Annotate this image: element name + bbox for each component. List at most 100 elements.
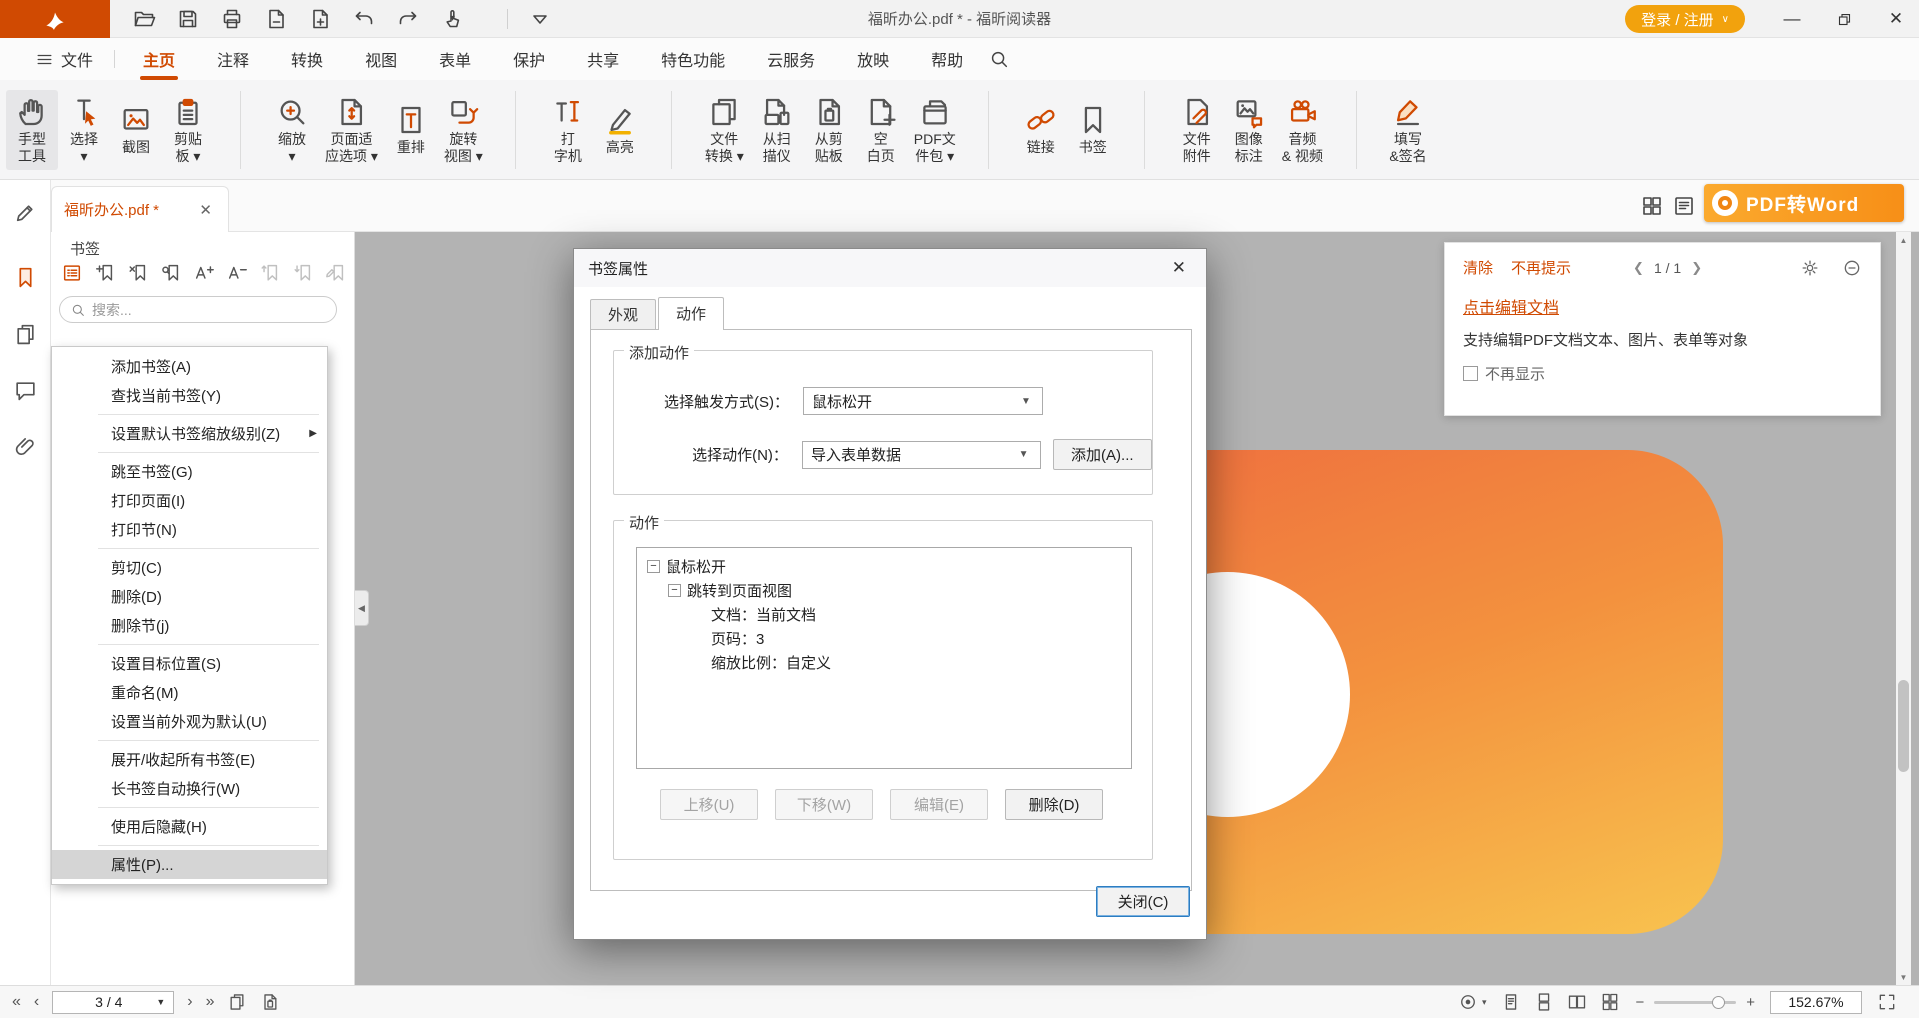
action-button[interactable]: 编辑(E) — [890, 789, 988, 820]
single-page-icon[interactable] — [1501, 992, 1521, 1012]
panel-collapse-handle[interactable]: ◀ — [355, 590, 369, 626]
action-tree-node[interactable]: − 跳转到页面视图 — [641, 578, 1127, 602]
clip-doc-icon[interactable] — [260, 992, 280, 1012]
paperclip-icon[interactable] — [13, 434, 38, 459]
menu-item[interactable]: 放映 — [836, 38, 910, 80]
last-page-button[interactable]: » — [206, 994, 215, 1010]
ribbon-tool[interactable]: 重排 — [385, 98, 437, 161]
quick-access-button[interactable]: ▾ — [440, 7, 464, 31]
restore-button[interactable] — [1829, 4, 1859, 34]
ribbon-tool[interactable]: PDF文 件包 ▾ — [907, 90, 963, 170]
ribbon-tool[interactable] — [1330, 86, 1382, 174]
zoom-in-button[interactable]: + — [1746, 994, 1755, 1011]
collapse-panel-icon[interactable] — [1842, 258, 1862, 278]
ribbon-tool[interactable]: 书签 — [1067, 98, 1119, 161]
clear-link[interactable]: 清除 — [1463, 257, 1493, 278]
ribbon-tool[interactable] — [490, 86, 542, 174]
menu-item[interactable]: 云服务 — [746, 38, 836, 80]
dialog-title-bar[interactable]: 书签属性 ✕ — [574, 249, 1206, 287]
quick-access-button[interactable]: ▾ — [176, 7, 200, 31]
scroll-down-icon[interactable]: ▼ — [1896, 969, 1911, 985]
ribbon-tool[interactable]: 页面适 应选项 ▾ — [318, 90, 385, 170]
context-menu-item[interactable]: 展开/收起所有书签(E) — [52, 745, 327, 774]
context-menu-item[interactable]: 删除节(j) — [52, 611, 327, 640]
bookmark-search-input[interactable] — [92, 302, 326, 318]
flag-x-icon[interactable] — [127, 262, 149, 284]
view-mode-dropdown[interactable]: ▾ — [1458, 992, 1487, 1012]
ribbon-tool[interactable]: 图像 标注 — [1223, 90, 1275, 170]
quick-access-button[interactable]: ▾ — [484, 7, 508, 31]
context-menu-item[interactable]: 设置当前外观为默认(U) — [52, 707, 327, 736]
no-prompt-link[interactable]: 不再提示 — [1511, 257, 1571, 278]
menu-item[interactable]: 主页 — [122, 38, 196, 80]
vertical-scrollbar[interactable]: ▲ ▼ — [1896, 232, 1911, 985]
pager-next-icon[interactable]: ❯ — [1691, 260, 1702, 276]
menu-item[interactable] — [114, 38, 122, 80]
dialog-tab[interactable]: 外观 — [590, 299, 656, 329]
prev-page-button[interactable]: ‹ — [34, 994, 39, 1010]
action-tree-node[interactable]: 文档：当前文档 — [641, 602, 1127, 626]
pages-icon[interactable] — [227, 992, 247, 1012]
pager-prev-icon[interactable]: ❮ — [1633, 260, 1644, 276]
quick-access-button[interactable]: ▾ — [396, 7, 420, 31]
context-menu-item[interactable]: 长书签自动换行(W) — [52, 774, 327, 803]
tree-collapse-icon[interactable]: − — [668, 584, 681, 597]
flag-edit-icon[interactable] — [325, 262, 347, 284]
list-icon[interactable] — [61, 262, 83, 284]
ribbon-tool[interactable]: 从扫 描仪 — [751, 90, 803, 170]
menu-item[interactable]: 文件 — [14, 38, 114, 80]
bookmark-search-box[interactable] — [59, 296, 337, 323]
quick-access-button[interactable]: ▾ — [264, 7, 288, 31]
close-button[interactable]: ✕ — [1881, 4, 1911, 34]
ribbon-tool[interactable]: 填写 &签名 — [1382, 90, 1434, 170]
trigger-select[interactable]: 鼠标松开 ▼ — [803, 387, 1043, 415]
context-menu-item[interactable]: 使用后隐藏(H) — [52, 812, 327, 841]
ribbon-tool[interactable] — [963, 86, 1015, 174]
zoom-slider-track[interactable] — [1654, 1001, 1736, 1004]
quick-access-button[interactable]: ▾ — [308, 7, 332, 31]
ribbon-tool[interactable]: 文件 转换 ▾ — [698, 90, 751, 170]
fullscreen-icon[interactable] — [1877, 992, 1897, 1012]
zoom-slider-thumb[interactable] — [1712, 996, 1725, 1009]
flag-plus-icon[interactable] — [94, 262, 116, 284]
context-menu-item[interactable]: 添加书签(A) — [52, 352, 327, 381]
ribbon-tool[interactable]: 空 白页 — [855, 90, 907, 170]
facing-icon[interactable] — [1567, 992, 1587, 1012]
flag-down-icon[interactable] — [292, 262, 314, 284]
action-button[interactable]: 下移(W) — [775, 789, 873, 820]
quick-access-button[interactable]: ▾ — [352, 7, 376, 31]
minimize-button[interactable]: — — [1777, 4, 1807, 34]
ribbon-tool[interactable]: 高亮 — [594, 98, 646, 161]
add-action-button[interactable]: 添加(A)... — [1053, 439, 1152, 470]
context-menu-item[interactable]: 重命名(M) — [52, 678, 327, 707]
context-menu-item[interactable]: 查找当前书签(Y) — [52, 381, 327, 410]
context-menu-item[interactable]: 属性(P)... — [52, 850, 327, 879]
ribbon-tool[interactable]: 音频 & 视频 — [1275, 90, 1330, 170]
ribbon-tool[interactable]: 旋转 视图 ▾ — [437, 90, 490, 170]
ribbon-tool[interactable]: 文件 附件 — [1171, 90, 1223, 170]
ribbon-tool[interactable]: 缩放 ▾ — [266, 90, 318, 170]
comment-icon[interactable] — [13, 378, 38, 403]
ribbon-tool[interactable] — [646, 86, 698, 174]
edit-pencil-icon[interactable] — [13, 200, 38, 225]
bookmark-flag-icon[interactable] — [13, 265, 38, 290]
a-plus-icon[interactable] — [193, 262, 215, 284]
menu-item[interactable]: 表单 — [418, 38, 492, 80]
menu-item[interactable]: 视图 — [344, 38, 418, 80]
ribbon-tool[interactable]: 链接 — [1015, 98, 1067, 161]
action-button[interactable]: 删除(D) — [1005, 789, 1103, 820]
ribbon-tool[interactable]: 从剪 贴板 — [803, 90, 855, 170]
ribbon-tool[interactable]: 截图 — [110, 98, 162, 161]
a-minus-icon[interactable] — [226, 262, 248, 284]
page-number-input[interactable]: 3 / 4 ▼ — [52, 991, 174, 1014]
gear-icon[interactable] — [1800, 258, 1820, 278]
menu-item[interactable]: 特色功能 — [640, 38, 746, 80]
context-menu-item[interactable]: 跳至书签(G) — [52, 457, 327, 486]
context-menu-item[interactable]: 设置目标位置(S) — [52, 649, 327, 678]
dialog-tab[interactable]: 动作 — [658, 297, 724, 329]
action-tree[interactable]: − 鼠标松开 − 跳转到页面视图 文档：当前文档 页码：3 — [636, 547, 1132, 769]
menu-item[interactable]: 帮助 — [910, 38, 984, 80]
context-menu-item[interactable]: 剪切(C) — [52, 553, 327, 582]
scroll-up-icon[interactable]: ▲ — [1896, 232, 1911, 248]
search-icon[interactable] — [988, 48, 1010, 70]
